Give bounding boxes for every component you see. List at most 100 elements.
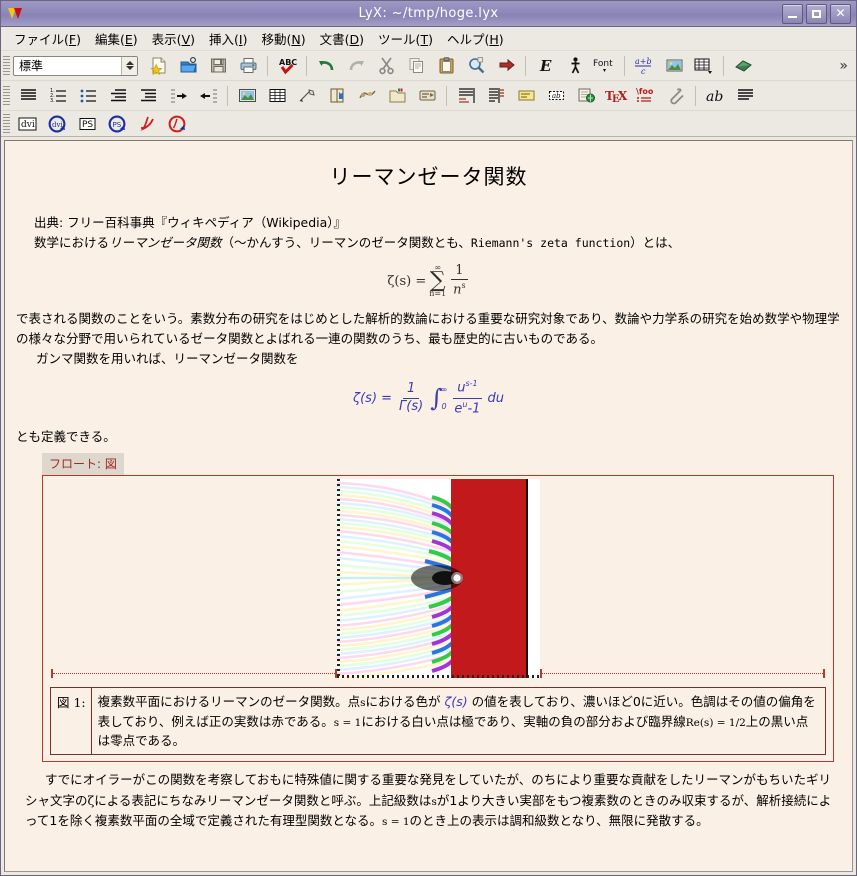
- svg-text:a+b: a+b: [635, 57, 652, 66]
- toolbar-overflow-button[interactable]: »: [839, 58, 856, 74]
- view-dvi-icon[interactable]: dvi: [14, 111, 42, 137]
- svg-text:ABC: ABC: [279, 58, 297, 67]
- insert-table-icon[interactable]: [690, 53, 718, 79]
- noun-icon[interactable]: [561, 53, 589, 79]
- toolbar-grip[interactable]: [3, 55, 10, 76]
- insert-macro-icon[interactable]: \foo: [632, 83, 660, 109]
- intro-term: リーマンゼータ関数: [109, 235, 222, 251]
- insert-label-icon[interactable]: [413, 83, 441, 109]
- update-dvi-icon[interactable]: dvi: [44, 111, 72, 137]
- view-ps-icon[interactable]: PS: [74, 111, 102, 137]
- insert-index-icon[interactable]: [353, 83, 381, 109]
- export-toolbar: dvi dvi PS PS: [1, 111, 856, 137]
- insert-note-icon[interactable]: [512, 83, 540, 109]
- formula2-int-lower: 0: [441, 402, 447, 412]
- caption-critical-line: Re(s) = 1/2: [685, 716, 746, 729]
- tex-mode-icon[interactable]: T E X: [602, 83, 630, 109]
- paragraph-style-spinner[interactable]: [121, 56, 137, 75]
- insert-table-icon[interactable]: [263, 83, 291, 109]
- paragraph-style-combo[interactable]: 標準: [13, 55, 138, 76]
- indent-icon[interactable]: [134, 83, 162, 109]
- insert-graphics-icon[interactable]: [660, 53, 688, 79]
- increase-depth-icon[interactable]: [164, 83, 192, 109]
- insert-marginnote-icon[interactable]: [482, 83, 510, 109]
- caption-number: 図 1:: [57, 695, 86, 711]
- close-icon[interactable]: ✕: [830, 3, 851, 24]
- thesaurus-icon[interactable]: [729, 53, 757, 79]
- formula1-lhs: ζ(s) =: [387, 273, 427, 289]
- description-icon[interactable]: [104, 83, 132, 109]
- itemize-icon[interactable]: [74, 83, 102, 109]
- svg-text:Font: Font: [593, 59, 613, 69]
- menu-insert[interactable]: 挿入(I): [202, 27, 254, 50]
- copy-icon[interactable]: [402, 53, 430, 79]
- figure-width-rule: [51, 668, 825, 678]
- svg-text:3.: 3.: [50, 98, 55, 104]
- title-bar: LyX: ~/tmp/hoge.lyx ✕: [1, 1, 856, 27]
- standard-toolbar: 標準 ABC E Font a+b c »: [1, 51, 856, 81]
- figure-float-box[interactable]: 図 1: 複素数平面におけるリーマンのゼータ関数。点sにおける色が ζ(s) の…: [42, 475, 834, 763]
- caption-text: 複素数平面におけるリーマンのゼータ関数。点sにおける色が ζ(s) の値を表して…: [90, 688, 825, 755]
- maximize-icon[interactable]: [806, 3, 827, 24]
- zeta-gamma-integral-formula[interactable]: ζ(s) = 1 Γ(s) ∫ ∞ 0 us-1 eu-1 du: [16, 379, 841, 417]
- svg-text:PS: PS: [82, 120, 93, 130]
- track-changes-icon[interactable]: [492, 53, 520, 79]
- paragraph-align-icon[interactable]: [14, 83, 42, 109]
- open-document-icon[interactable]: [174, 53, 202, 79]
- formula1-numerator: 1: [451, 263, 468, 281]
- view-pdf-icon[interactable]: [134, 111, 162, 137]
- cut-icon[interactable]: [372, 53, 400, 79]
- caption-zeta-symbol: ζ(s): [444, 694, 468, 710]
- attach-file-icon[interactable]: [662, 83, 690, 109]
- toolbar-grip[interactable]: [3, 85, 10, 106]
- decrease-depth-icon[interactable]: [194, 83, 222, 109]
- figure-image-wrapper[interactable]: [43, 476, 833, 681]
- float-label-figure[interactable]: フロート: 図: [42, 453, 124, 476]
- image-selection-handle-left[interactable]: [336, 479, 340, 679]
- insert-citation-icon[interactable]: [323, 83, 351, 109]
- text-style-icon[interactable]: ab: [701, 83, 729, 109]
- save-document-icon[interactable]: [204, 53, 232, 79]
- menu-edit[interactable]: 編集(E): [88, 27, 145, 50]
- figure-caption-box[interactable]: 図 1: 複素数平面におけるリーマンのゼータ関数。点sにおける色が ζ(s) の…: [50, 687, 826, 756]
- menu-navigate[interactable]: 移動(N): [254, 27, 312, 50]
- enumerate-icon[interactable]: 1. 2. 3.: [44, 83, 72, 109]
- menu-view[interactable]: 表示(V): [145, 27, 202, 50]
- paragraph-settings-icon[interactable]: [731, 83, 759, 109]
- find-replace-icon[interactable]: [462, 53, 490, 79]
- font-icon[interactable]: Font: [591, 53, 619, 79]
- print-icon[interactable]: [234, 53, 262, 79]
- formula2-inner-num: us-1: [453, 379, 482, 399]
- math-inline-icon[interactable]: a+b c: [630, 53, 658, 79]
- toolbar-grip[interactable]: [3, 113, 10, 134]
- paste-icon[interactable]: [432, 53, 460, 79]
- formula1-sum-symbol: ∑: [429, 267, 446, 293]
- menu-file[interactable]: ファイル(F): [7, 27, 88, 50]
- intro-post: ）とは、: [630, 235, 681, 251]
- update-pdf-icon[interactable]: [164, 111, 192, 137]
- menu-tools[interactable]: ツール(T): [371, 27, 440, 50]
- insert-box-icon[interactable]: ab: [542, 83, 570, 109]
- riemann-zeta-domain-coloring-image[interactable]: [336, 479, 540, 679]
- intro-latin: Riemann's zeta function: [470, 236, 631, 251]
- formula2-lhs: ζ(s) =: [353, 390, 393, 406]
- insert-file-icon[interactable]: [383, 83, 411, 109]
- minimize-icon[interactable]: [782, 3, 803, 24]
- undo-icon[interactable]: [312, 53, 340, 79]
- new-document-icon[interactable]: [144, 53, 172, 79]
- insert-math-icon[interactable]: [293, 83, 321, 109]
- insert-footnote-icon[interactable]: [452, 83, 480, 109]
- tail-s-equals-one: s = 1: [381, 815, 410, 828]
- menu-help[interactable]: ヘルプ(H): [440, 27, 511, 50]
- svg-text:E: E: [539, 57, 552, 75]
- page-title: リーマンゼータ関数: [329, 165, 528, 189]
- document-canvas[interactable]: リーマンゼータ関数 出典: フリー百科事典『ウィキペディア（Wikipedia）…: [4, 140, 853, 872]
- insert-url-icon[interactable]: [572, 83, 600, 109]
- zeta-series-formula[interactable]: ζ(s) = ∞ ∑ n=1 1 ns: [16, 263, 841, 299]
- menu-document[interactable]: 文書(D): [313, 27, 371, 50]
- insert-graphics-icon[interactable]: [233, 83, 261, 109]
- spellcheck-icon[interactable]: ABC: [273, 53, 301, 79]
- update-ps-icon[interactable]: PS: [104, 111, 132, 137]
- redo-icon[interactable]: [342, 53, 370, 79]
- emphasis-icon[interactable]: E: [531, 53, 559, 79]
